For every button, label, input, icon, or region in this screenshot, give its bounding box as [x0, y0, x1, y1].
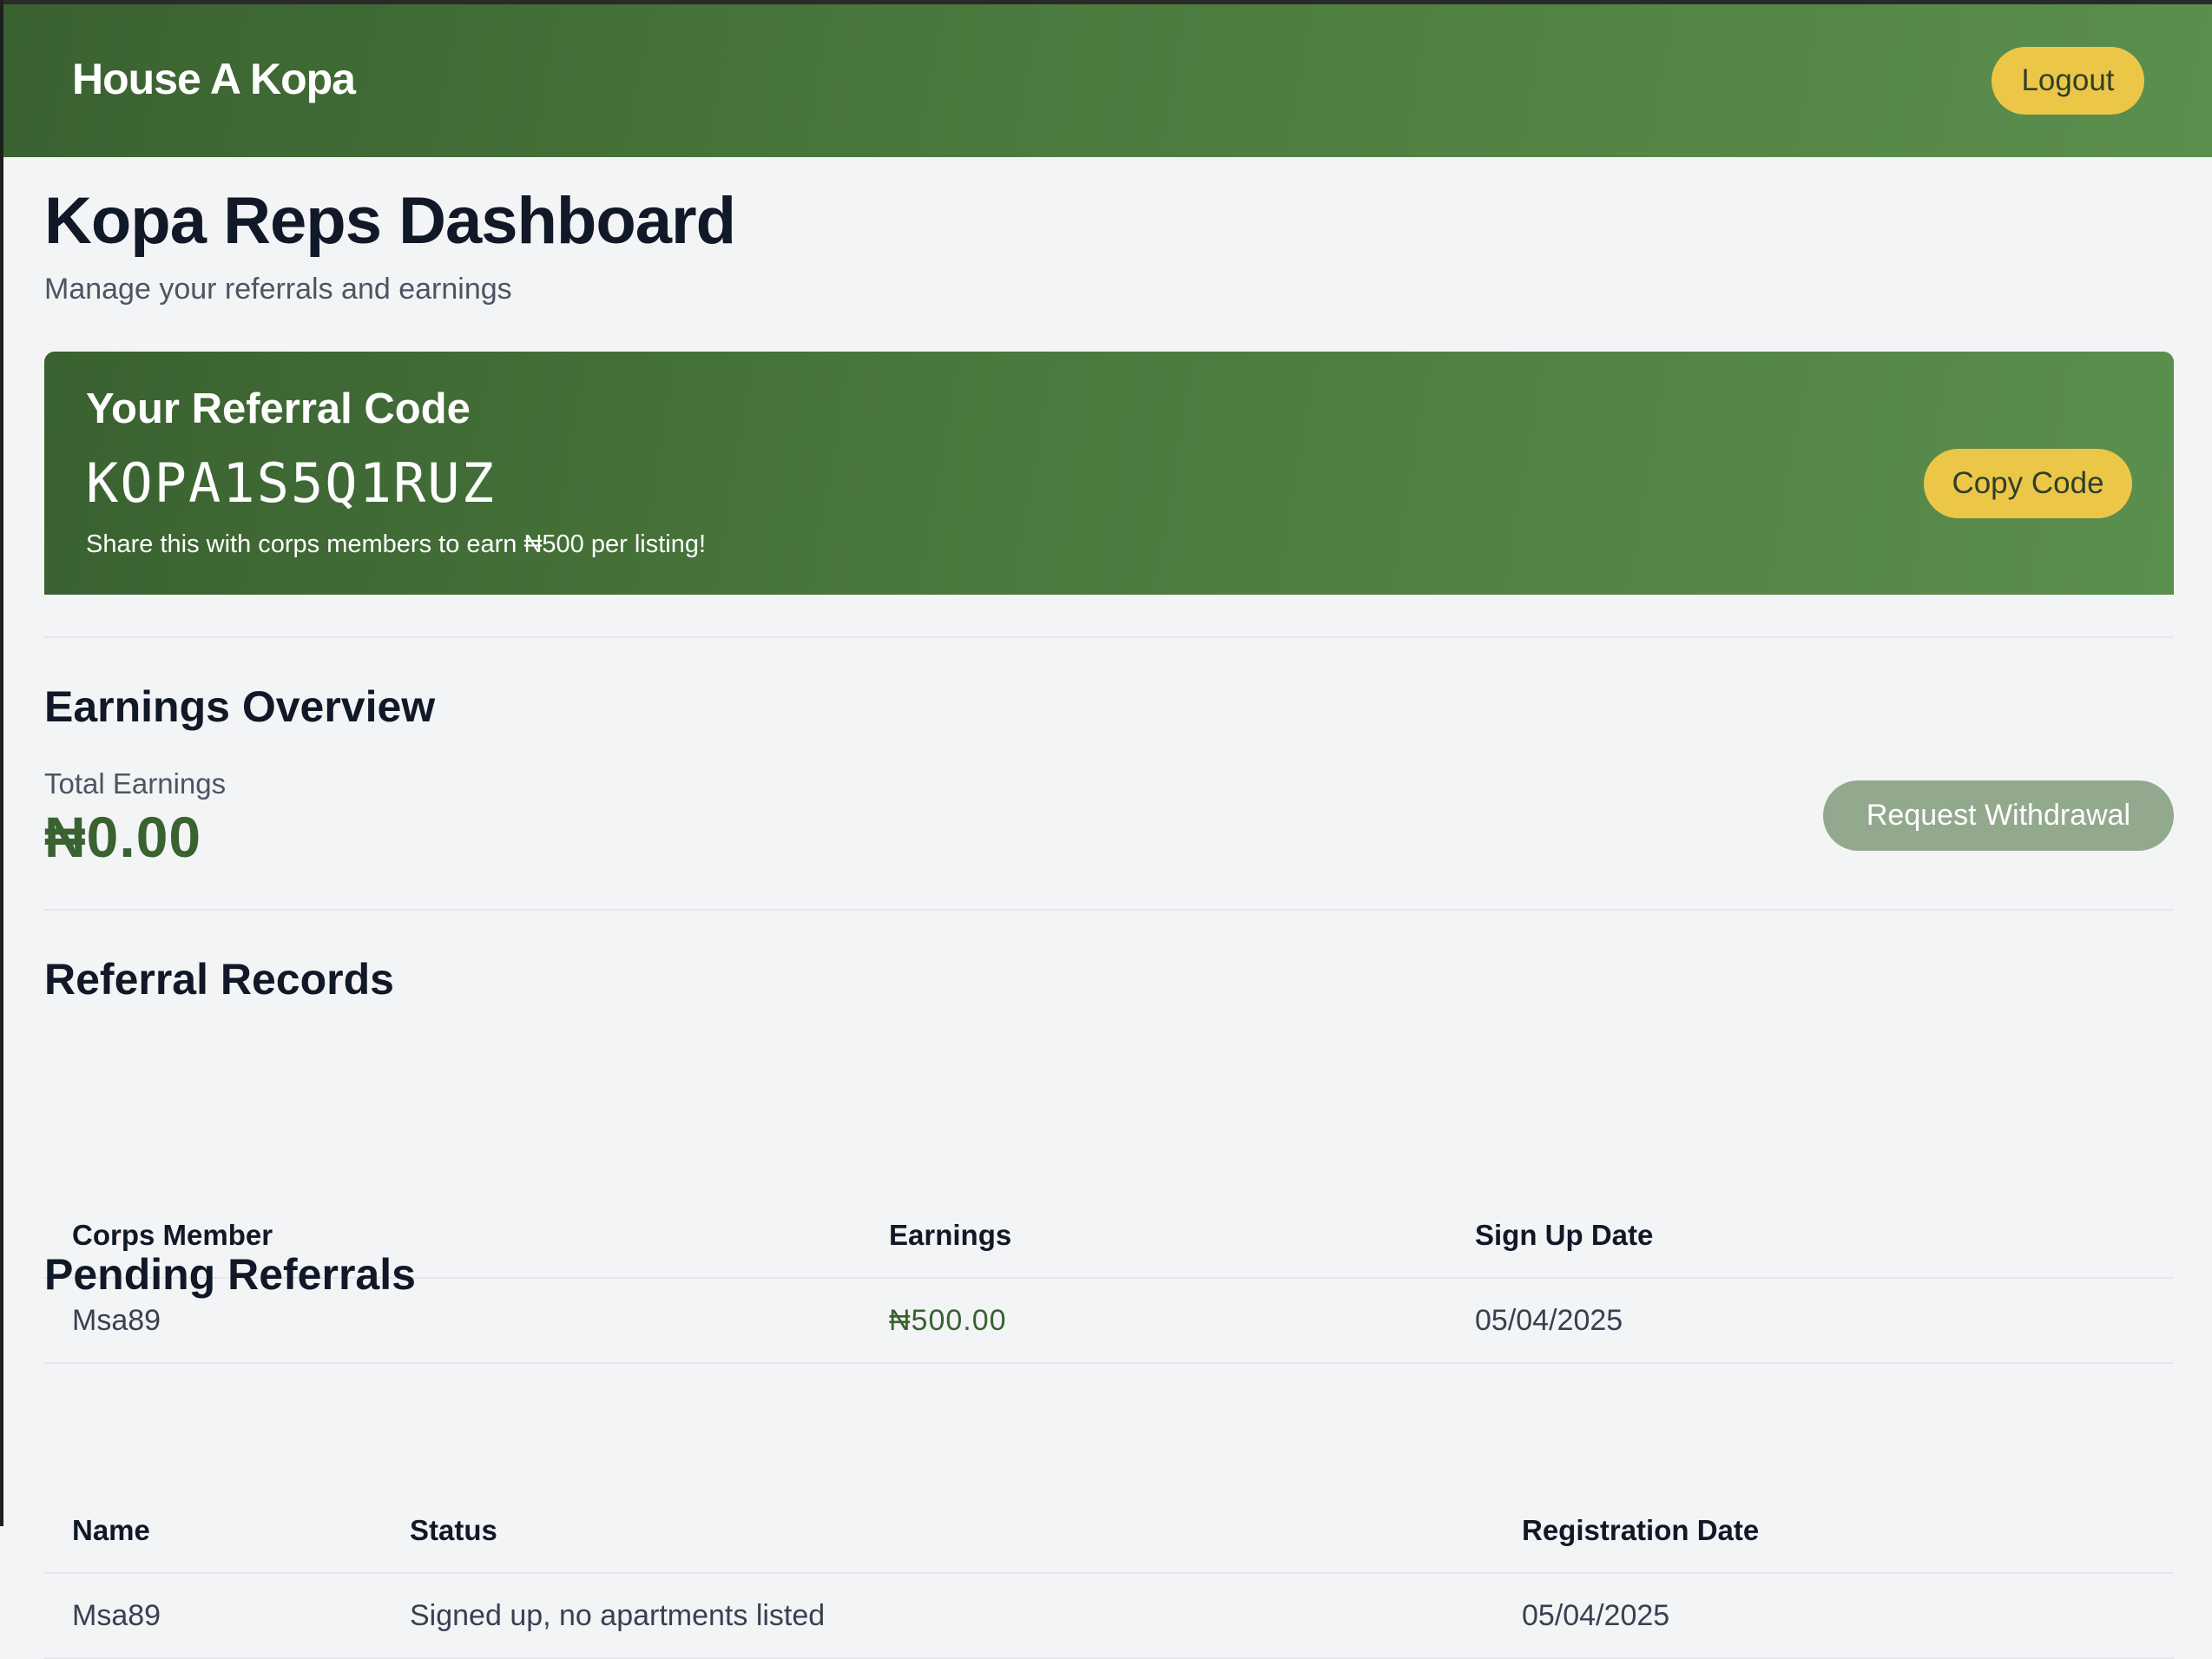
name-cell: Msa89: [44, 1573, 382, 1659]
total-earnings-value: ₦0.00: [44, 805, 202, 869]
section-divider: [44, 909, 2174, 911]
column-header-sign-up-date: Sign Up Date: [1447, 1194, 2174, 1279]
earnings-overview-title: Earnings Overview: [44, 682, 436, 731]
brand-logo[interactable]: House A Kopa: [72, 54, 356, 104]
window-top-edge: [0, 0, 2212, 4]
column-header-earnings: Earnings: [861, 1194, 1447, 1279]
total-earnings-label: Total Earnings: [44, 767, 227, 800]
copy-code-button[interactable]: Copy Code: [1924, 449, 2132, 518]
top-nav-bar: House A Kopa Logout: [0, 0, 2212, 157]
earnings-cell: ₦500.00: [861, 1278, 1447, 1364]
pending-referrals-title: Pending Referrals: [44, 1250, 416, 1299]
pending-referrals-table: Name Status Registration Date Msa89 Sign…: [44, 1489, 2174, 1659]
referral-records-title: Referral Records: [44, 955, 394, 1004]
referral-card-note: Share this with corps members to earn ₦5…: [86, 530, 707, 558]
sign-up-date-cell: 05/04/2025: [1447, 1278, 2174, 1364]
section-divider: [44, 636, 2174, 638]
page-title: Kopa Reps Dashboard: [44, 184, 736, 258]
table-header-row: Name Status Registration Date: [44, 1489, 2174, 1574]
window-left-edge: [0, 0, 3, 1526]
referral-code-card: Your Referral Code KOPA1S5Q1RUZ Share th…: [44, 352, 2174, 595]
status-cell: Signed up, no apartments listed: [382, 1573, 1494, 1659]
referral-card-title: Your Referral Code: [86, 385, 471, 432]
request-withdrawal-button[interactable]: Request Withdrawal: [1823, 780, 2174, 851]
logout-button[interactable]: Logout: [1991, 47, 2144, 115]
table-row: Msa89 Signed up, no apartments listed 05…: [44, 1573, 2174, 1659]
column-header-status: Status: [382, 1489, 1494, 1574]
column-header-registration-date: Registration Date: [1494, 1489, 2174, 1574]
page-subtitle: Manage your referrals and earnings: [44, 273, 512, 306]
column-header-name: Name: [44, 1489, 382, 1574]
registration-date-cell: 05/04/2025: [1494, 1573, 2174, 1659]
referral-code-value: KOPA1S5Q1RUZ: [86, 451, 496, 515]
